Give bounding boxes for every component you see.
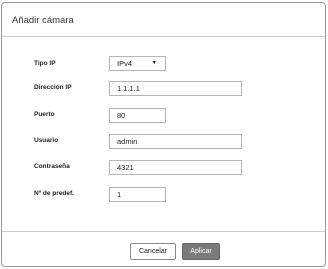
password-label: Contraseña bbox=[34, 163, 70, 170]
ip-type-label: Tipo IP bbox=[34, 60, 56, 67]
user-input[interactable]: admin bbox=[109, 134, 242, 149]
footer-divider bbox=[2, 231, 325, 232]
preset-input[interactable]: 1 bbox=[109, 187, 166, 202]
ip-address-label: Dirección IP bbox=[34, 84, 72, 91]
chevron-down-icon: ▼ bbox=[151, 60, 157, 66]
cancel-button[interactable]: Cancelar bbox=[130, 243, 176, 260]
ip-type-value: IPv4 bbox=[117, 59, 133, 68]
header-divider bbox=[2, 36, 325, 37]
ip-address-input[interactable]: 1.1.1.1 bbox=[109, 81, 242, 96]
user-label: Usuario bbox=[34, 137, 59, 144]
apply-button[interactable]: Aplicar bbox=[182, 243, 220, 260]
password-input[interactable]: 4321 bbox=[109, 160, 242, 175]
add-camera-dialog: Añadir cámara Tipo IP IPv4 ▼ Dirección I… bbox=[1, 2, 326, 267]
preset-label: Nº de predef. bbox=[34, 190, 74, 197]
port-label: Puerto bbox=[34, 111, 55, 118]
dialog-title: Añadir cámara bbox=[12, 15, 74, 26]
ip-type-select[interactable]: IPv4 ▼ bbox=[109, 56, 166, 71]
port-input[interactable]: 80 bbox=[109, 108, 166, 123]
